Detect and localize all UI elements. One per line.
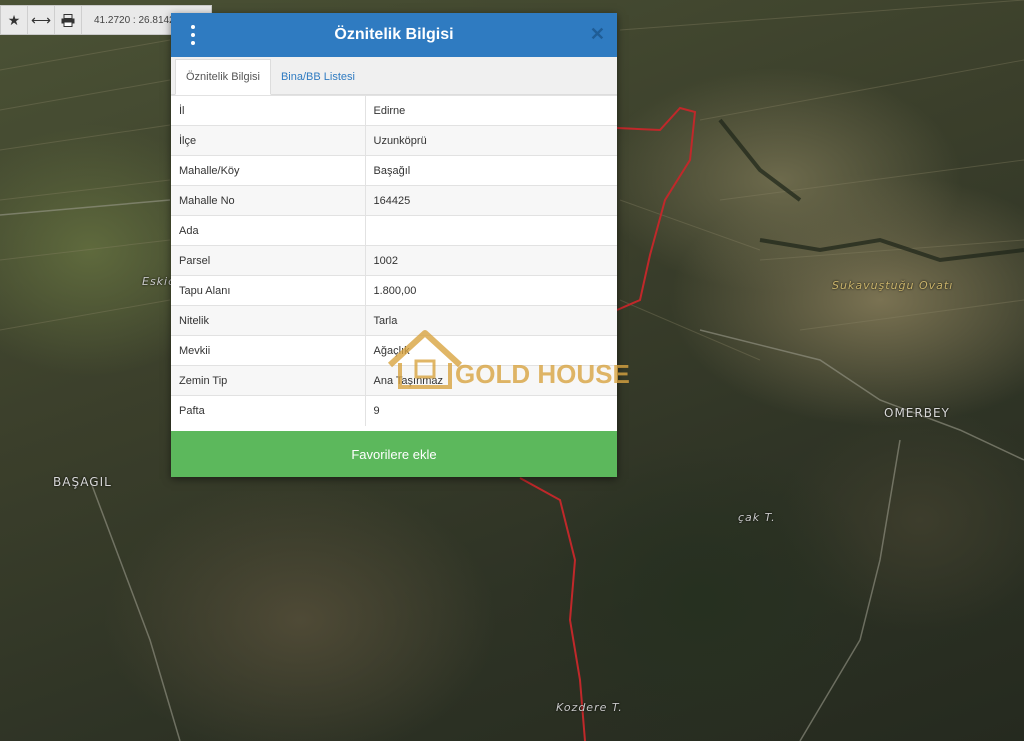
table-row: Tapu Alanı 1.800,00 (171, 275, 617, 306)
map-label-basagil: BAŞAGIL (53, 475, 112, 489)
attr-value: Uzunköprü (365, 125, 617, 156)
attribute-table: İl Edirne İlçe Uzunköprü Mahalle/Köy Başağı… (171, 95, 617, 426)
resize-horizontal-icon[interactable]: ⟷ (28, 6, 55, 34)
map-label-sukavustugu: Sukavuştuğu Ovatı (832, 279, 954, 292)
table-row: Zemin Tip Ana Taşınmaz (171, 365, 617, 396)
attr-value: Tarla (365, 305, 617, 336)
kebab-menu-icon[interactable] (185, 25, 201, 45)
attr-key: Zemin Tip (171, 365, 366, 396)
table-row: Ada (171, 215, 617, 246)
map-label-kozdere: Kozdere T. (556, 701, 623, 714)
tab-attribute-info[interactable]: Öznitelik Bilgisi (175, 59, 271, 95)
table-row: Nitelik Tarla (171, 305, 617, 336)
attr-value: Başağıl (365, 155, 617, 186)
table-row: İlçe Uzunköprü (171, 125, 617, 156)
attr-key: Ada (171, 215, 366, 246)
map-label-omerbey: OMERBEY (884, 406, 950, 420)
table-row: Mahalle/Köy Başağıl (171, 155, 617, 186)
table-row: Pafta 9 (171, 395, 617, 426)
print-icon[interactable] (55, 6, 82, 34)
attr-key: Parsel (171, 245, 366, 276)
table-row: Parsel 1002 (171, 245, 617, 276)
table-row: İl Edirne (171, 95, 617, 126)
attr-key: İlçe (171, 125, 366, 156)
attr-key: İl (171, 95, 366, 126)
attr-key: Tapu Alanı (171, 275, 366, 306)
attr-key: Nitelik (171, 305, 366, 336)
attr-key: Mevkii (171, 335, 366, 366)
attr-key: Pafta (171, 395, 366, 426)
coordinates-readout: 41.2720 : 26.8142 (94, 14, 175, 26)
add-to-favorites-button[interactable]: Favorilere ekle (171, 431, 617, 477)
table-row: Mahalle No 164425 (171, 185, 617, 216)
attr-value: 164425 (365, 185, 617, 216)
attr-value: 1002 (365, 245, 617, 276)
attr-value (365, 215, 617, 246)
print-icon-svg (61, 13, 75, 27)
attr-value: 1.800,00 (365, 275, 617, 306)
close-icon[interactable]: ✕ (590, 24, 605, 45)
attr-value: Ana Taşınmaz (365, 365, 617, 396)
tab-bar: Öznitelik Bilgisi Bina/BB Listesi (171, 57, 617, 95)
table-row: Mevkii Ağaçlık (171, 335, 617, 366)
map-label-cak: çak T. (738, 511, 776, 524)
attr-key: Mahalle No (171, 185, 366, 216)
attr-value: Edirne (365, 95, 617, 126)
attribute-dialog: Öznitelik Bilgisi ✕ Öznitelik Bilgisi Bi… (171, 13, 617, 477)
dialog-title: Öznitelik Bilgisi (334, 26, 454, 43)
tab-building-list[interactable]: Bina/BB Listesi (271, 60, 365, 94)
dialog-header: Öznitelik Bilgisi ✕ (171, 13, 617, 57)
attr-value: Ağaçlık (365, 335, 617, 366)
attr-value: 9 (365, 395, 617, 426)
star-icon[interactable]: ★ (1, 6, 28, 34)
attr-key: Mahalle/Köy (171, 155, 366, 186)
